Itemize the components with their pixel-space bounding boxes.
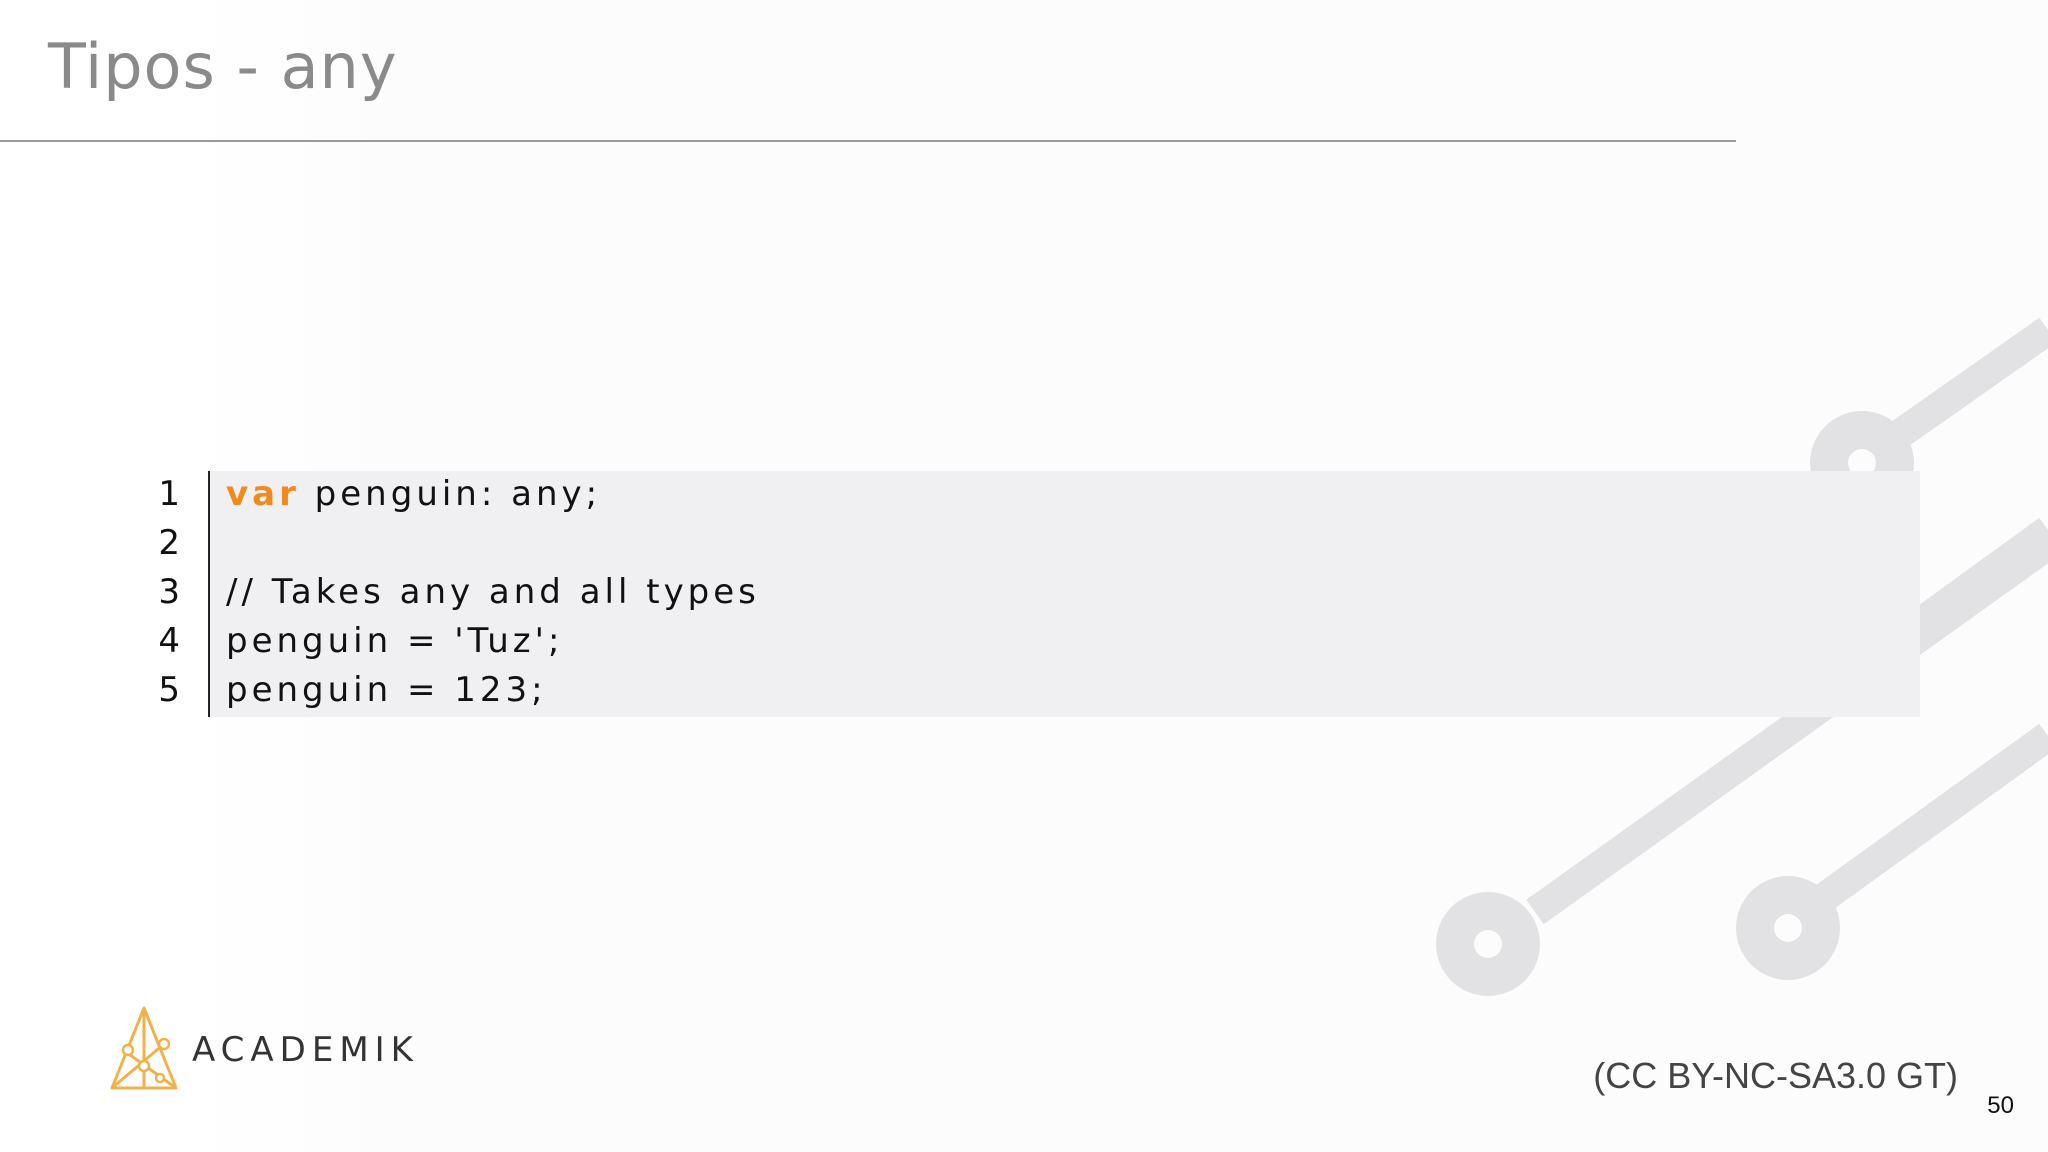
license-label: (CC BY-NC-SA3.0 GT) (1593, 1055, 1958, 1096)
code-line: var penguin: any; (226, 470, 601, 519)
line-number: 5 (158, 670, 180, 710)
title-divider (0, 140, 1736, 142)
code-text: penguin = 123; (226, 670, 547, 710)
code-text: // Takes any and all types (226, 572, 760, 612)
page-number: 50 (1987, 1092, 2014, 1119)
code-line: penguin = 'Tuz'; (226, 617, 563, 666)
keyword: var (226, 474, 300, 514)
line-number: 2 (158, 523, 180, 563)
slide-title: Tipos - any (48, 30, 398, 103)
academik-logo-icon (110, 1006, 178, 1090)
line-number: 4 (158, 621, 180, 661)
line-number: 1 (158, 474, 180, 514)
code-line: penguin = 123; (226, 666, 547, 715)
code-text: penguin = 'Tuz'; (226, 621, 564, 661)
code-text: penguin: any; (299, 474, 602, 514)
line-number: 3 (158, 572, 180, 612)
code-line: // Takes any and all types (226, 568, 760, 617)
code-gutter-rule (208, 471, 210, 717)
logo-text: ACADEMIK (192, 1030, 419, 1070)
